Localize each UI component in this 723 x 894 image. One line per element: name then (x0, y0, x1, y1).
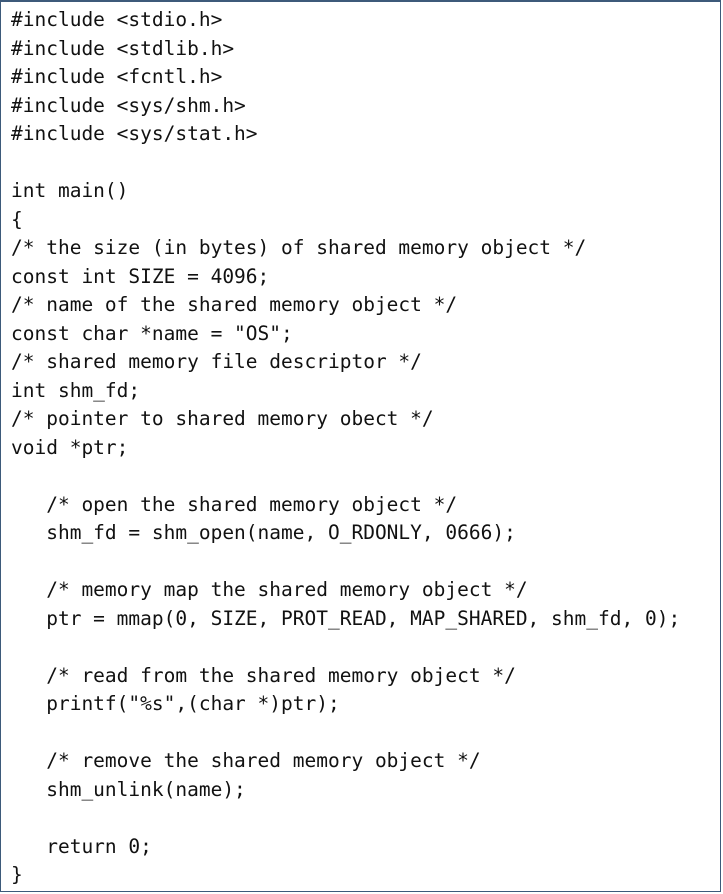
code-line: /* pointer to shared memory obect */ (11, 407, 434, 430)
code-line: #include <stdlib.h> (11, 36, 235, 60)
code-line: int main() (11, 179, 129, 202)
code-line: /* remove the shared memory object */ (11, 749, 481, 772)
code-line: } (11, 863, 23, 886)
code-line: #include <fcntl.h> (11, 65, 223, 88)
code-line: /* name of the shared memory object */ (11, 293, 458, 316)
code-line: { (11, 207, 23, 231)
code-line: /* the size (in bytes) of shared memory … (11, 236, 587, 259)
code-line: const int SIZE = 4096; (11, 264, 270, 288)
code-line: shm_unlink(name); (11, 777, 246, 801)
code-line: #include <stdio.h> (11, 8, 223, 31)
code-line: shm_fd = shm_open(name, O_RDONLY, 0666); (11, 521, 516, 544)
code-line: printf("%s",(char *)ptr); (11, 692, 340, 715)
code-line: return 0; (11, 834, 152, 858)
code-line: const char *name = "OS"; (11, 321, 293, 345)
code-line: /* shared memory file descriptor */ (11, 350, 422, 373)
code-line: int shm_fd; (11, 378, 141, 402)
code-line: void *ptr; (11, 435, 129, 459)
code-line: /* read from the shared memory object */ (11, 663, 516, 687)
code-line: /* open the shared memory object */ (11, 492, 458, 516)
code-line: /* memory map the shared memory object *… (11, 578, 528, 601)
code-listing: #include <stdio.h> #include <stdlib.h> #… (11, 6, 680, 890)
code-line: #include <sys/shm.h> (11, 93, 246, 117)
code-listing-frame: #include <stdio.h> #include <stdlib.h> #… (0, 0, 721, 892)
code-line: ptr = mmap(0, SIZE, PROT_READ, MAP_SHARE… (11, 606, 681, 630)
code-line: #include <sys/stat.h> (11, 122, 258, 145)
